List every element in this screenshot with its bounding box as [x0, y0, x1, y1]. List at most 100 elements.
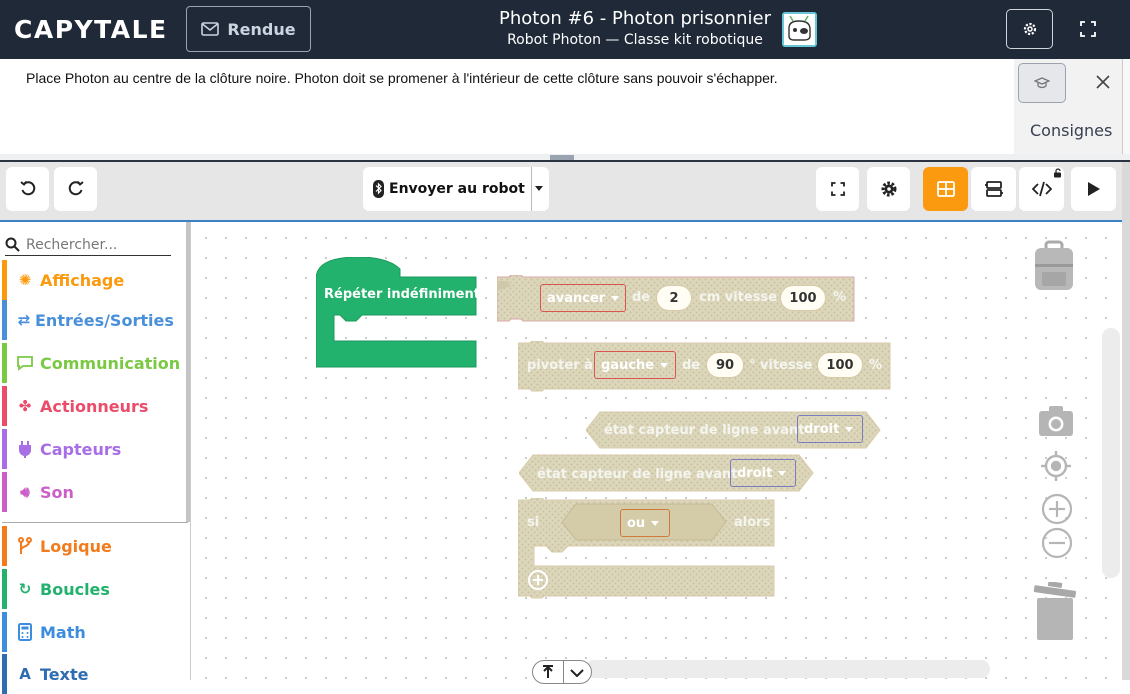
- blocks-workspace[interactable]: Répéter indéfiniment avancer de 2 cm vit…: [192, 222, 1122, 680]
- trash-icon[interactable]: [1032, 582, 1078, 642]
- consignes-tab[interactable]: Consignes: [1030, 121, 1112, 140]
- sensor-1-side-value: droit: [804, 421, 840, 437]
- turn-direction-dropdown[interactable]: gauche: [594, 351, 676, 379]
- blocks-toolbox: Rechercher... ✺ Affichage ⇄ Entrées/Sort…: [0, 222, 191, 694]
- fullscreen-button-top[interactable]: [1068, 9, 1108, 49]
- send-to-robot-button[interactable]: Envoyer au robot: [363, 167, 549, 211]
- move-de-label: de: [632, 290, 651, 305]
- code-view-button[interactable]: [1019, 167, 1064, 211]
- turn-action-label: pivoter à: [527, 358, 593, 373]
- move-speed-input[interactable]: 100: [780, 285, 826, 311]
- category-label: Entrées/Sorties: [35, 310, 174, 330]
- activity-title-block: Photon #6 - Photon prisonnier Robot Phot…: [470, 8, 800, 48]
- category-texte[interactable]: A Texte: [2, 654, 88, 694]
- sensor-1-side-dropdown[interactable]: droit: [797, 415, 863, 443]
- recenter-icon[interactable]: [1040, 450, 1072, 482]
- category-communication[interactable]: Communication: [2, 343, 180, 383]
- category-logique[interactable]: Logique: [2, 526, 112, 566]
- upload-icon: [543, 665, 553, 678]
- close-icon: [1096, 75, 1110, 89]
- redo-button[interactable]: [54, 167, 97, 211]
- logic-operator-value: ou: [627, 515, 646, 531]
- search-icon: [5, 237, 20, 252]
- blocks-view-button[interactable]: [923, 167, 968, 211]
- send-divider: [531, 167, 532, 211]
- workspace-horizontal-scrollbar[interactable]: [585, 660, 990, 678]
- category-math[interactable]: Math: [2, 612, 86, 652]
- split-view-button[interactable]: [971, 167, 1016, 211]
- undo-icon: [19, 180, 35, 196]
- code-icon: [1031, 181, 1052, 197]
- avatar: [782, 12, 817, 47]
- capytale-logo[interactable]: CAPYTALE: [14, 15, 168, 44]
- turn-speed-input[interactable]: 100: [817, 352, 863, 378]
- category-affichage[interactable]: ✺ Affichage: [2, 260, 124, 300]
- category-color-bar: [2, 654, 7, 694]
- photon-robot-icon: [784, 14, 815, 45]
- sensor-2-label: état capteur de ligne avant: [537, 467, 738, 482]
- search-input[interactable]: Rechercher...: [26, 237, 117, 253]
- expand-icon: [830, 182, 845, 196]
- bottom-panel-toggle[interactable]: [532, 660, 592, 684]
- consignes-panel: Consignes: [1014, 59, 1130, 154]
- bluetooth-icon: [373, 180, 384, 198]
- close-button[interactable]: [1088, 67, 1118, 97]
- fan-icon: ✤: [18, 397, 32, 415]
- category-label: Capteurs: [40, 439, 122, 459]
- move-direction-dropdown[interactable]: avancer: [540, 284, 626, 312]
- logic-operator-dropdown[interactable]: ou: [620, 509, 670, 537]
- if-alors-label: alors: [734, 515, 771, 530]
- instructions-text: Place Photon au centre de la clôture noi…: [26, 70, 778, 86]
- calculator-icon: [18, 623, 32, 641]
- category-label: Communication: [40, 353, 181, 373]
- category-color-bar: [2, 569, 7, 609]
- top-bar: CAPYTALE Rendue Photon #6 - Photon priso…: [0, 0, 1130, 59]
- category-label: Actionneurs: [40, 396, 149, 416]
- angle-input[interactable]: 90: [706, 352, 744, 378]
- run-button[interactable]: [1071, 167, 1116, 211]
- category-color-bar: [2, 429, 7, 469]
- undo-button[interactable]: [6, 167, 49, 211]
- plus-circle-icon[interactable]: [527, 569, 549, 591]
- zoom-in-icon[interactable]: [1041, 493, 1073, 525]
- rendue-label: Rendue: [227, 19, 296, 39]
- toolbox-search[interactable]: Rechercher...: [5, 234, 171, 256]
- page-edge-strip: [1122, 59, 1130, 162]
- plug-icon: [19, 441, 31, 458]
- repeat-forever-block[interactable]: [316, 257, 478, 369]
- settings-button-top[interactable]: [1006, 9, 1053, 49]
- category-boucles[interactable]: ↻ Boucles: [2, 569, 110, 609]
- envelope-icon: [201, 22, 220, 36]
- toolbox-scrollbar[interactable]: [186, 222, 190, 522]
- branch-icon: [18, 537, 32, 554]
- category-actionneurs[interactable]: ✤ Actionneurs: [2, 386, 148, 426]
- category-son[interactable]: 🔊︎ Son: [2, 472, 74, 512]
- category-entrees-sorties[interactable]: ⇄ Entrées/Sorties: [2, 300, 174, 340]
- teacher-button[interactable]: [1018, 63, 1066, 103]
- gear-icon: [1023, 22, 1036, 36]
- category-color-bar: [2, 472, 7, 512]
- sensor-1-label: état capteur de ligne avant: [604, 423, 805, 438]
- sensor-2-side-dropdown[interactable]: droit: [730, 459, 796, 487]
- loop-icon: ↻: [18, 580, 32, 598]
- editor-toolbar: Envoyer au robot: [0, 162, 1122, 220]
- workspace-vertical-scrollbar[interactable]: [1102, 328, 1120, 578]
- move-unit-label: cm vitesse: [699, 290, 778, 305]
- zoom-out-icon[interactable]: [1041, 527, 1073, 559]
- chevron-down-icon[interactable]: [535, 186, 543, 191]
- rendue-button[interactable]: Rendue: [186, 6, 311, 52]
- send-to-robot-label: Envoyer au robot: [389, 181, 525, 197]
- fullscreen-button[interactable]: [816, 167, 859, 211]
- arrows-icon: ⇄: [17, 311, 31, 329]
- category-color-bar: [2, 343, 7, 383]
- camera-icon[interactable]: [1038, 405, 1074, 437]
- backpack-icon[interactable]: [1032, 240, 1076, 292]
- settings-button[interactable]: [867, 167, 910, 211]
- category-label: Math: [40, 622, 86, 642]
- category-color-bar: [2, 386, 7, 426]
- category-color-bar: [2, 612, 7, 652]
- category-capteurs[interactable]: Capteurs: [2, 429, 121, 469]
- lightbulb-icon: ✺: [18, 271, 32, 289]
- distance-input[interactable]: 2: [656, 285, 692, 311]
- turn-unit-label: ° vitesse: [749, 358, 813, 373]
